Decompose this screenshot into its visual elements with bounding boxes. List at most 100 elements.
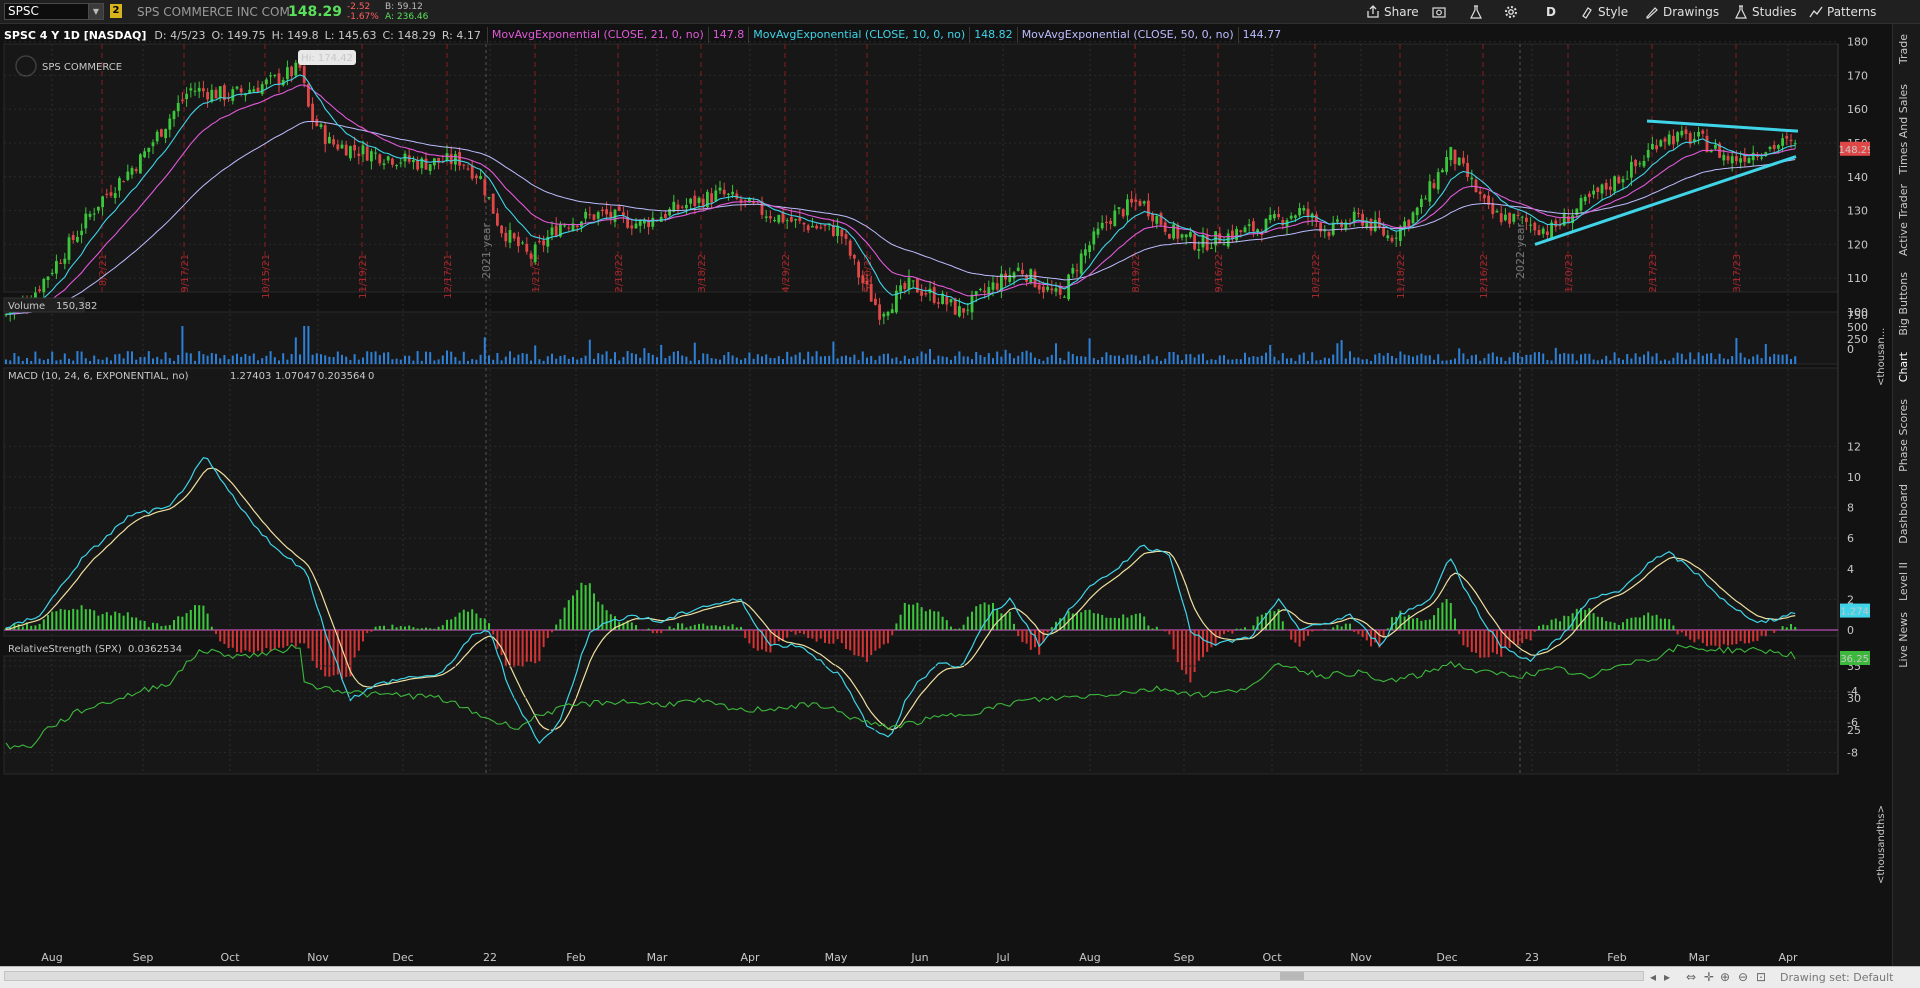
scale-bar[interactable]: <thousan... <thousandths> — [1870, 24, 1892, 974]
volume-bar — [399, 359, 402, 364]
symbol-dropdown-icon[interactable]: ▼ — [88, 3, 104, 20]
candle-body — [811, 225, 814, 228]
volume-bar — [1235, 358, 1238, 364]
tab-dashboard[interactable]: Dashboard — [1897, 484, 1910, 544]
volume-bar — [777, 356, 780, 364]
candle-body — [878, 304, 881, 320]
tab-trade[interactable]: Trade — [1897, 34, 1910, 64]
candle-body — [97, 206, 100, 211]
candle-body — [727, 193, 730, 195]
candle-body — [63, 258, 67, 264]
tab-chart[interactable]: Chart — [1897, 352, 1910, 382]
scroll-right-icon[interactable]: ▸ — [1664, 970, 1670, 984]
tab-active-trader[interactable]: Active Trader — [1897, 184, 1910, 256]
drawing-set-label[interactable]: Drawing set: Default — [1780, 971, 1893, 984]
snapshot-button[interactable] — [1432, 3, 1446, 21]
timeframe-button[interactable]: D — [1540, 3, 1562, 21]
candle-body — [1184, 234, 1188, 238]
candle-body — [1789, 139, 1793, 142]
candle-body — [71, 235, 75, 240]
zoom-out-icon[interactable]: ⊖ — [1738, 970, 1748, 984]
candle-body — [1550, 222, 1553, 239]
macd-histogram-bar — [1050, 627, 1053, 630]
style-button[interactable]: Style — [1580, 3, 1628, 21]
macd-histogram-bar — [996, 609, 999, 630]
lab-button[interactable] — [1469, 3, 1483, 21]
volume-bar — [1617, 357, 1620, 364]
candle-body — [1180, 234, 1184, 238]
volume-bar — [681, 355, 684, 364]
volume-bar — [845, 355, 847, 364]
studies-button[interactable]: Studies — [1734, 3, 1797, 21]
volume-bar — [853, 354, 856, 364]
macd-histogram-bar — [1244, 627, 1246, 630]
volume-bar — [231, 355, 234, 364]
patterns-button[interactable]: Patterns — [1809, 3, 1876, 21]
pan-icon[interactable]: ⇔ — [1686, 970, 1696, 984]
volume-bar — [278, 360, 280, 364]
volume-bar — [643, 348, 646, 364]
candle-body — [861, 275, 865, 284]
link-group-badge[interactable]: 2 — [110, 4, 122, 18]
macd-histogram-bar — [1189, 630, 1192, 683]
candle-body — [722, 189, 726, 195]
macd-histogram-bar — [706, 625, 709, 630]
ema21-study-label[interactable]: MovAvgExponential (CLOSE, 21, 0, no) — [486, 27, 708, 43]
macd-histogram-bar — [1227, 630, 1230, 632]
macd-histogram-bar — [458, 612, 461, 630]
macd-histogram-bar — [210, 626, 213, 630]
volume-bar — [1630, 358, 1633, 364]
fit-icon[interactable]: ⊡ — [1756, 970, 1766, 984]
volume-tick-label: 0 — [1847, 343, 1854, 356]
macd-histogram-bar — [1794, 626, 1797, 630]
candle-body — [1113, 210, 1117, 227]
settings-button[interactable] — [1504, 3, 1518, 21]
candle-body — [890, 309, 894, 314]
volume-bar — [1139, 360, 1141, 364]
volume-bar — [261, 358, 264, 364]
volume-bar — [429, 352, 432, 364]
tab-phase-scores[interactable]: Phase Scores — [1897, 399, 1910, 472]
candle-body — [1357, 213, 1360, 215]
macd-histogram-bar — [219, 630, 222, 642]
macd-histogram-bar — [521, 630, 524, 667]
chart-area[interactable]: 1801701601501401301201101008/2/219/17/21… — [0, 24, 1882, 974]
chart-canvas[interactable]: 1801701601501401301201101008/2/219/17/21… — [0, 24, 1882, 974]
crosshair-icon[interactable]: ✛ — [1704, 970, 1714, 984]
candle-body — [349, 146, 352, 159]
event-date-label: 4/29/22 — [781, 254, 792, 293]
tab-big-buttons[interactable]: Big Buttons — [1897, 272, 1910, 336]
volume-bar — [462, 351, 465, 364]
volume-bar — [1244, 352, 1246, 364]
macd-histogram-bar — [1634, 617, 1637, 630]
candle-body — [1306, 208, 1310, 217]
volume-bar — [1101, 356, 1104, 364]
ema10-study-label[interactable]: MovAvgExponential (CLOSE, 10, 0, no) — [748, 27, 969, 43]
rs-tick-label: 30 — [1847, 692, 1861, 705]
ema50-study-label[interactable]: MovAvgExponential (CLOSE, 50, 0, no) — [1016, 27, 1238, 43]
volume-bar — [450, 351, 453, 364]
macd-histogram-bar — [929, 609, 931, 630]
tab-live-news[interactable]: Live News — [1897, 612, 1910, 668]
volume-bar — [173, 360, 175, 364]
volume-bar — [5, 359, 7, 364]
tab-times-and-sales[interactable]: Times And Sales — [1897, 84, 1910, 174]
drawings-label: Drawings — [1663, 5, 1720, 19]
net-change: -2.52 — [347, 2, 371, 12]
share-button[interactable]: Share — [1366, 3, 1419, 21]
macd-histogram-bar — [383, 625, 385, 630]
macd-histogram-bar — [433, 628, 436, 630]
macd-histogram-bar — [1286, 630, 1288, 631]
candle-body — [1407, 219, 1411, 227]
candle-body — [1449, 147, 1453, 160]
scroll-left-icon[interactable]: ◂ — [1650, 970, 1656, 984]
zoom-in-icon[interactable]: ⊕ — [1720, 970, 1730, 984]
macd-histogram-bar — [1248, 629, 1251, 631]
scrollbar-thumb[interactable] — [1280, 972, 1304, 980]
price-marker-label: 148.29 — [1839, 145, 1871, 156]
volume-bar — [601, 354, 604, 364]
candle-body — [853, 254, 856, 259]
drawings-button[interactable]: Drawings — [1645, 3, 1719, 21]
tab-level-ii[interactable]: Level II — [1897, 562, 1910, 601]
horizontal-scrollbar[interactable] — [4, 971, 1644, 981]
